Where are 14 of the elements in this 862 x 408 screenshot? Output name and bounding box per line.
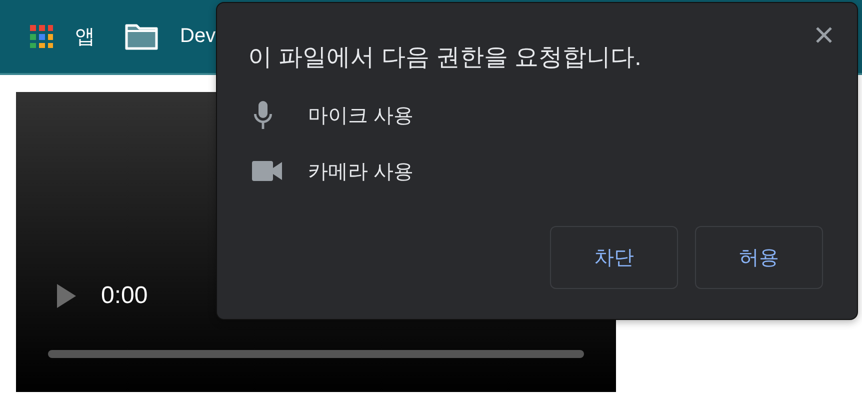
bookmark-label[interactable]: Dev xyxy=(180,25,216,48)
block-button[interactable]: 차단 xyxy=(550,226,678,289)
close-icon[interactable] xyxy=(815,26,833,44)
permission-label: 마이크 사용 xyxy=(308,104,414,128)
folder-icon[interactable] xyxy=(125,24,158,50)
dialog-title: 이 파일에서 다음 권한을 요청합니다. xyxy=(248,43,642,73)
bookmark-label[interactable]: 앱 xyxy=(75,23,95,50)
play-icon[interactable] xyxy=(57,284,77,308)
video-camera-icon xyxy=(252,161,282,181)
allow-button[interactable]: 허용 xyxy=(695,226,823,289)
time-display: 0:00 xyxy=(101,282,148,310)
permission-label: 카메라 사용 xyxy=(308,160,414,184)
microphone-icon xyxy=(252,101,274,129)
apps-grid-icon[interactable] xyxy=(30,25,53,48)
